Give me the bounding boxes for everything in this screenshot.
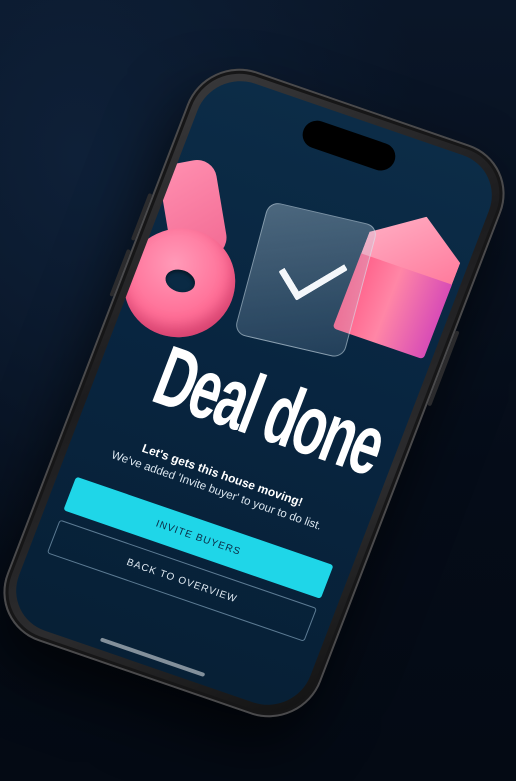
- stage: Deal done Let's gets this house moving! …: [0, 0, 516, 781]
- app-screen: Deal done Let's gets this house moving! …: [3, 69, 505, 717]
- checkmark-icon: [278, 240, 348, 301]
- phone-mockup: Deal done Let's gets this house moving! …: [0, 54, 516, 732]
- home-indicator: [99, 637, 206, 677]
- dynamic-island: [298, 116, 400, 175]
- key-hole: [162, 265, 199, 297]
